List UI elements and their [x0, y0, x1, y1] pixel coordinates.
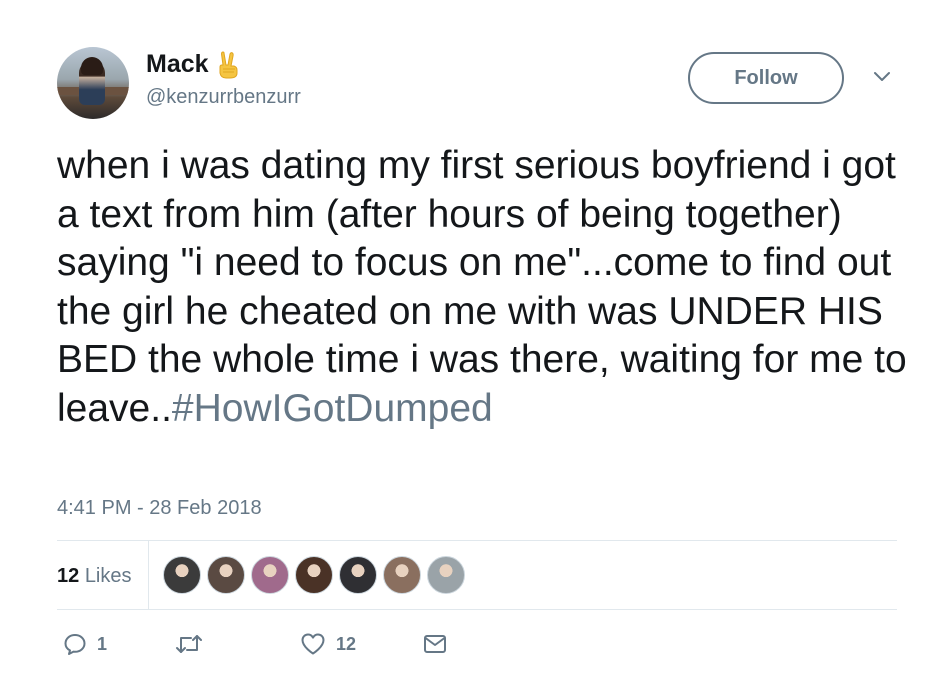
follow-button[interactable]: Follow	[688, 52, 844, 104]
stats-separator	[148, 541, 149, 609]
tweet-card: Mack @kenzurrbenzurr Follow when i was d…	[0, 0, 951, 699]
likes-count: 12	[57, 565, 80, 587]
name-row: Mack	[146, 50, 241, 79]
hashtag-link[interactable]: #HowIGotDumped	[172, 387, 493, 430]
heart-icon	[301, 633, 325, 655]
avatar[interactable]	[57, 47, 129, 119]
avatar-hair	[81, 57, 103, 75]
chevron-down-icon[interactable]	[872, 70, 892, 84]
divider-top	[57, 540, 897, 541]
user-handle[interactable]: @kenzurrbenzurr	[146, 86, 301, 109]
victory-hand-icon	[219, 50, 238, 78]
reply-icon	[64, 634, 86, 655]
tweet-timestamp[interactable]: 4:41 PM - 28 Feb 2018	[57, 497, 262, 520]
liker-avatar[interactable]	[339, 556, 377, 594]
likes-label: Likes	[84, 565, 132, 587]
like-action[interactable]: 12	[300, 632, 356, 656]
liker-avatar[interactable]	[207, 556, 245, 594]
retweet-icon	[176, 635, 202, 653]
retweet-action[interactable]	[175, 632, 213, 656]
reply-action[interactable]: 1	[63, 632, 107, 656]
likes-stat[interactable]: 12 Likes	[57, 565, 132, 588]
direct-message-action[interactable]	[422, 632, 448, 656]
liker-avatar[interactable]	[427, 556, 465, 594]
liker-avatar[interactable]	[383, 556, 421, 594]
reply-count: 1	[97, 633, 108, 654]
like-count: 12	[336, 633, 357, 654]
tweet-text: when i was dating my first serious boyfr…	[57, 142, 917, 433]
liker-avatar[interactable]	[295, 556, 333, 594]
liker-avatar[interactable]	[163, 556, 201, 594]
display-name[interactable]: Mack	[146, 50, 209, 79]
envelope-icon	[424, 635, 446, 653]
divider-bottom	[57, 609, 897, 610]
likers-avatars	[163, 556, 471, 594]
liker-avatar[interactable]	[251, 556, 289, 594]
